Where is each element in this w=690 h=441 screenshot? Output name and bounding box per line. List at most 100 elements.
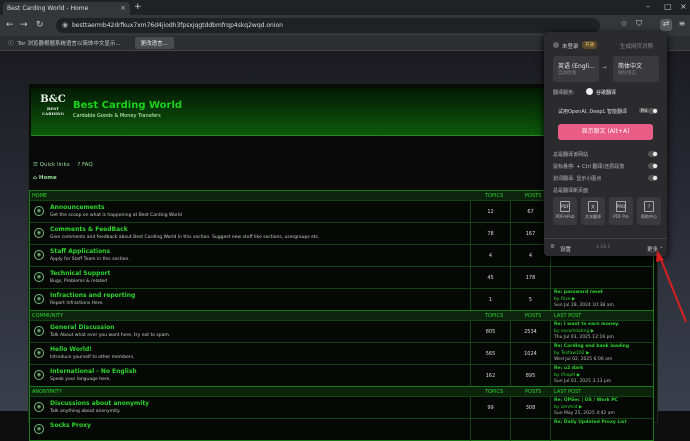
forum-title[interactable]: Announcements: [50, 204, 105, 211]
forum-section: ANONYMITY TOPICS POSTS LAST POST ◉ Discussion…: [29, 386, 654, 441]
forum-row: ◉ Hello World! Introduce yourself to other…: [30, 342, 655, 365]
forum-row: ◉ General Discussion Talk About what ever …: [30, 320, 653, 343]
forum-title[interactable]: International - No English: [50, 368, 137, 375]
site-logo[interactable]: B&C BEST CARDING: [37, 94, 69, 126]
chevron-down-icon[interactable]: ⌄: [659, 244, 664, 250]
avatar[interactable]: [553, 42, 559, 48]
breadcrumb-home[interactable]: ⌂ Home: [33, 175, 57, 181]
forum-title[interactable]: General Discussion: [50, 324, 115, 331]
shield-icon[interactable]: ⛉: [633, 19, 645, 31]
column-topics-header: TOPICS: [485, 312, 504, 319]
last-post-title[interactable]: Re: I want to earn money.: [554, 322, 619, 327]
browser-tab[interactable]: Best Carding World - Home ×: [3, 2, 130, 15]
pdf-pro-tool[interactable]: PRO PDF Pro: [609, 197, 633, 225]
last-post-author[interactable]: by Tesfaw102 ▶: [554, 351, 590, 356]
section-header: ANONYMITY TOPICS POSTS LAST POST: [30, 387, 653, 396]
topics-count: 4: [470, 245, 510, 267]
forum-description: Talk anything about anonymity.: [50, 409, 121, 414]
forum-description: Speak your language here.: [50, 377, 111, 382]
forum-title[interactable]: Staff Applications: [50, 248, 110, 255]
forum-status-icon: ◉: [34, 424, 44, 434]
hover-toggle[interactable]: [648, 163, 658, 169]
last-post-title[interactable]: Re: Daily Updated Proxy List: [554, 420, 627, 425]
help-center-tool[interactable]: ? 帮助中心: [637, 197, 661, 225]
forum-row: ◉ International - No English Speak your la…: [30, 364, 653, 387]
maximize-icon[interactable]: ▢: [664, 2, 672, 11]
back-icon[interactable]: ←: [6, 20, 14, 30]
section-title[interactable]: COMMUNITY: [32, 313, 63, 319]
info-icon: ⓘ: [8, 41, 14, 47]
close-window-icon[interactable]: ×: [680, 2, 687, 11]
forum-status-icon: ◉: [34, 206, 44, 216]
selection-toggle[interactable]: [648, 175, 658, 181]
column-topics-header: TOPICS: [485, 388, 504, 395]
topics-count: 1: [470, 289, 510, 311]
forum-title[interactable]: Comments & FeedBack: [50, 226, 128, 233]
forum-title[interactable]: Hello World!: [50, 346, 92, 353]
openai-toggle[interactable]: [648, 108, 658, 114]
forum-title[interactable]: Discussions about anonymity: [50, 400, 149, 407]
address-bar[interactable]: ◉ besttaermb42drfkux7xm76d4jiodh3fpsxjqg…: [56, 18, 600, 33]
last-post-author[interactable]: by Rize ▶: [554, 297, 575, 302]
option-hover[interactable]: 鼠标悬停: + Ctrl 翻译/还原段落: [553, 163, 624, 170]
last-post-author[interactable]: by escortdating ▶: [554, 329, 594, 334]
bookmark-star-icon[interactable]: ☆: [618, 19, 630, 31]
forum-title[interactable]: Infractions and reporting: [50, 292, 135, 299]
text-translate-tool[interactable]: 文 文本翻译: [581, 197, 605, 225]
topics-count: 99: [470, 397, 510, 419]
service-value[interactable]: 谷歌翻译: [596, 89, 616, 96]
forum-title[interactable]: Socks Proxy: [50, 422, 91, 429]
forum-row: ◉ Socks Proxy Re: Daily Updated Proxy List: [30, 418, 653, 441]
onion-icon: ◉: [62, 21, 69, 29]
section-title[interactable]: ANONYMITY: [32, 389, 62, 395]
target-language-select[interactable]: 简体中文 目标语言: [613, 56, 659, 82]
forum-title[interactable]: Technical Support: [50, 270, 110, 277]
forum-status-icon: ◉: [34, 250, 44, 260]
text-icon: 文: [588, 201, 598, 212]
translate-page-link[interactable]: 生成网页对照: [620, 42, 653, 50]
show-original-button[interactable]: 显示原文 (Alt+A): [558, 124, 653, 140]
forward-icon[interactable]: →: [20, 20, 28, 30]
more-link[interactable]: 更多: [647, 245, 658, 253]
minimize-icon[interactable]: –: [646, 2, 650, 11]
quick-links-link[interactable]: ☰ Quick links: [33, 162, 70, 168]
posts-count: 895: [510, 365, 550, 387]
tool-label: PDF/ePub: [555, 214, 575, 219]
change-language-button[interactable]: 更改语言...: [134, 37, 174, 49]
upgrade-badge[interactable]: 开通: [582, 41, 597, 49]
last-post-cell: Re: Carding and bank loading by Tesfaw102…: [550, 343, 655, 365]
always-translate-site-toggle[interactable]: [648, 151, 658, 157]
column-posts-header: POSTS: [525, 192, 542, 199]
settings-link[interactable]: 设置: [560, 245, 571, 253]
last-post-title[interactable]: Re: OPSec | OS / Work PC: [554, 398, 618, 403]
last-post-date: Thu Jul 03, 2025 12:16 pm: [554, 335, 614, 340]
pdf-epub-tool[interactable]: PDF PDF/ePub: [553, 197, 577, 225]
last-post-title[interactable]: Re: Carding and bank loading: [554, 344, 629, 349]
posts-count: 1024: [510, 343, 550, 365]
last-post-author[interactable]: by zenmid ▶: [554, 405, 582, 410]
reload-icon[interactable]: ↻: [36, 20, 44, 30]
topics-count: 805: [470, 321, 510, 343]
section-title[interactable]: HOME: [32, 193, 47, 199]
translator-popup: 未登录 开通 生成网页对照 英语 (Engli... 自动检测 → 简体中文 目…: [544, 32, 667, 256]
forum-description: Introduce yourself to other members.: [50, 355, 135, 360]
column-last-post-header: LAST POST: [554, 388, 582, 395]
last-post-title[interactable]: Re: password reset: [554, 290, 603, 295]
forum-row: ◉ Infractions and reporting Report Infract…: [30, 288, 653, 311]
site-title[interactable]: Best Carding World: [73, 100, 182, 111]
last-post-date: Wed Jul 02, 2025 6:06 am: [554, 357, 613, 362]
translate-extension-icon[interactable]: ⇄: [660, 19, 672, 31]
faq-link[interactable]: ? FAQ: [77, 162, 92, 168]
last-post-title[interactable]: Re: u2 dark: [554, 366, 583, 371]
posts-count: 5: [510, 289, 550, 311]
option-selection[interactable]: 划词翻译: 显示小图点: [553, 175, 601, 182]
source-language-select[interactable]: 英语 (Engli... 自动检测: [553, 56, 599, 82]
close-tab-icon[interactable]: ×: [120, 4, 126, 12]
new-tab-icon[interactable]: +: [134, 2, 142, 12]
forum-description: Get the scoop on what is happening at Be…: [50, 213, 182, 218]
browser-tab-bar: Best Carding World - Home × + – ▢ ×: [0, 0, 690, 15]
last-post-author[interactable]: by ifnoplt ▶: [554, 373, 580, 378]
user-status[interactable]: 未登录: [562, 42, 579, 50]
gear-icon[interactable]: ⚙: [550, 244, 555, 250]
menu-icon[interactable]: ≡: [676, 19, 688, 31]
